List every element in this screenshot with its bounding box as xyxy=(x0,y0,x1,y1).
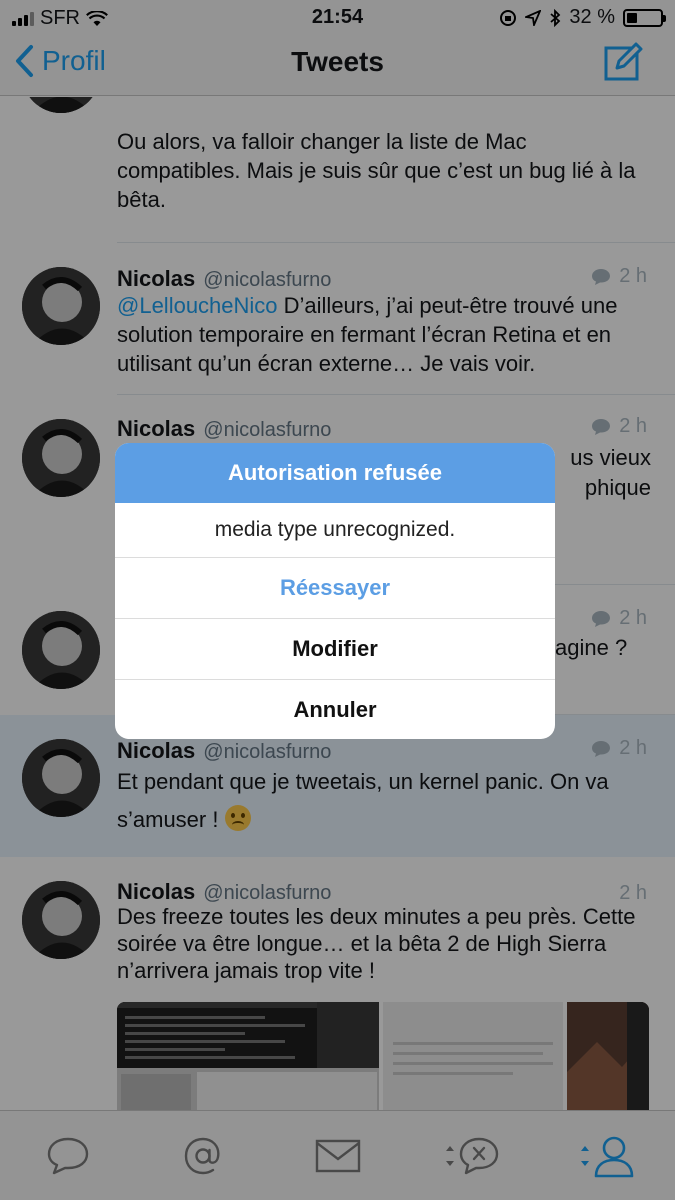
edit-button[interactable]: Modifier xyxy=(115,618,555,679)
retry-button[interactable]: Réessayer xyxy=(115,557,555,618)
alert-dialog: Autorisation refusée media type unrecogn… xyxy=(115,443,555,739)
alert-message: media type unrecognized. xyxy=(214,518,456,541)
cancel-button[interactable]: Annuler xyxy=(115,679,555,739)
alert-title: Autorisation refusée xyxy=(115,443,555,503)
